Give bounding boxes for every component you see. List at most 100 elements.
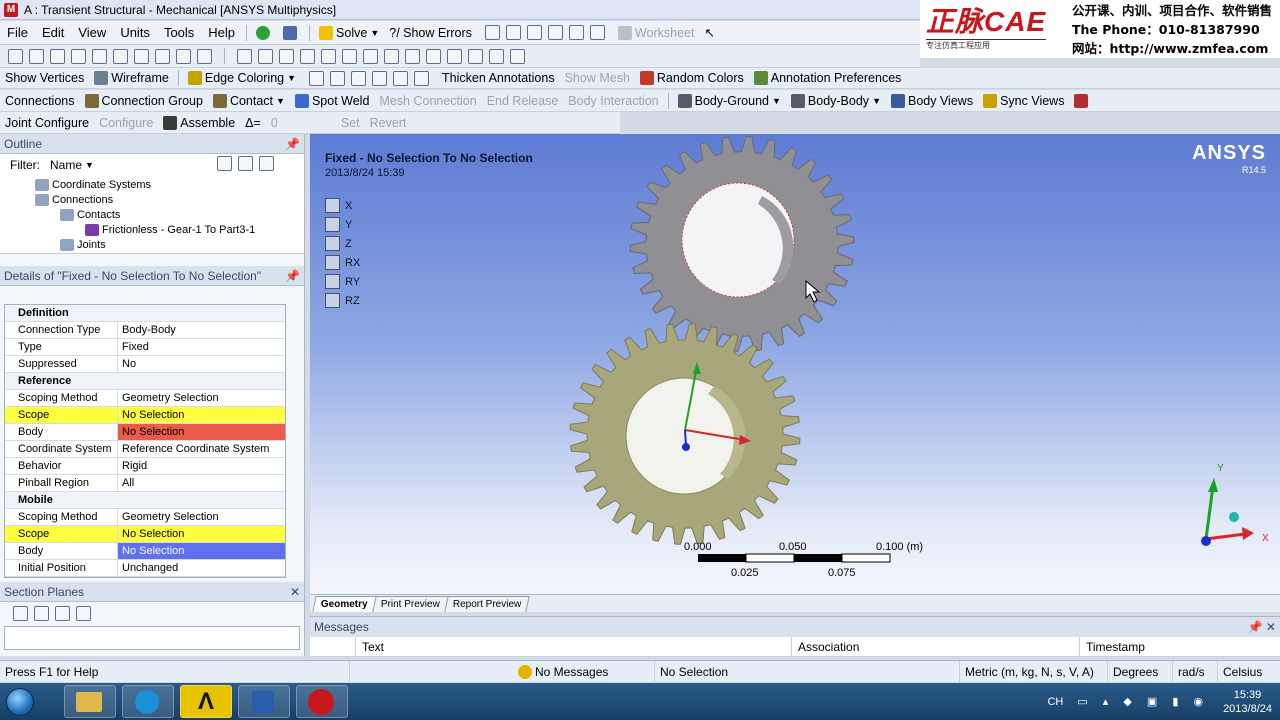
end-release-button[interactable]: End Release <box>482 90 564 111</box>
col-timestamp[interactable]: Timestamp <box>1080 637 1280 656</box>
details-section[interactable]: Definition <box>5 305 285 322</box>
details-value[interactable]: Geometry Selection <box>118 509 285 525</box>
tab-report-preview[interactable]: Report Preview <box>443 596 530 612</box>
spot-weld-button[interactable]: Spot Weld <box>290 90 374 111</box>
status-temp[interactable]: Celsius <box>1218 661 1267 682</box>
body-ground-button[interactable]: Body-Ground ▼ <box>673 90 786 111</box>
menu-view[interactable]: View <box>71 25 113 40</box>
assemble-button[interactable]: Assemble <box>158 112 240 133</box>
menu-units[interactable]: Units <box>113 25 157 40</box>
configure-button[interactable]: Configure <box>94 112 158 133</box>
pin-icon[interactable]: 📌 <box>285 137 300 151</box>
tab-print-preview[interactable]: Print Preview <box>371 596 449 612</box>
show-vertices-button[interactable]: Show Vertices <box>0 68 89 88</box>
status-units[interactable]: Metric (m, kg, N, s, V, A) <box>960 661 1108 682</box>
details-section[interactable]: Mobile <box>5 492 285 509</box>
col-text[interactable]: Text <box>356 637 792 656</box>
body-views-button[interactable]: Body Views <box>886 90 978 111</box>
body-body-button[interactable]: Body-Body ▼ <box>786 90 886 111</box>
sync-views-button[interactable]: Sync Views <box>978 90 1069 111</box>
details-value[interactable]: Geometry Selection <box>118 390 285 406</box>
details-row[interactable]: Suppressed No <box>5 356 285 373</box>
connection-group-button[interactable]: Connection Group <box>80 90 208 111</box>
thicken-annotations-button[interactable]: Thicken Annotations <box>437 68 560 88</box>
messages-controls[interactable]: 📌 ✕ <box>1248 620 1276 634</box>
connect-icon[interactable] <box>278 21 305 44</box>
model-canvas[interactable]: 0.000 0.050 0.100 (m) 0.025 0.075 Y X <box>310 134 1280 594</box>
status-rate[interactable]: rad/s <box>1173 661 1218 682</box>
status-angle[interactable]: Degrees <box>1108 661 1173 682</box>
tree-node-coordinate-systems[interactable]: Coordinate Systems <box>35 179 151 191</box>
view-tools-icons[interactable] <box>229 45 533 67</box>
body-interaction-button[interactable]: Body Interaction <box>563 90 663 111</box>
menu-tools[interactable]: Tools <box>157 25 201 40</box>
details-row[interactable]: Connection Type Body-Body <box>5 322 285 339</box>
select-mode-icons[interactable] <box>0 45 220 67</box>
tree-node-contacts[interactable]: Contacts <box>60 209 120 221</box>
details-value[interactable]: Rigid <box>118 458 285 474</box>
top-gear[interactable] <box>629 136 855 352</box>
clock[interactable]: 15:39 2013/8/24 <box>1215 688 1280 716</box>
delta-input[interactable]: 0 <box>266 112 336 133</box>
set-button[interactable]: Set <box>336 112 365 133</box>
graphics-viewport[interactable]: Fixed - No Selection To No Selection 201… <box>310 134 1280 594</box>
details-value[interactable]: Body-Body <box>118 322 285 338</box>
details-row[interactable]: Coordinate System Reference Coordinate Sy… <box>5 441 285 458</box>
taskbar-explorer[interactable] <box>64 685 116 718</box>
toolbar-icon-a[interactable] <box>477 21 613 44</box>
close-icon[interactable]: ✕ <box>290 585 300 599</box>
worksheet-button[interactable]: Worksheet <box>613 21 700 44</box>
section-planes-tools[interactable] <box>0 602 304 624</box>
annotation-preferences-button[interactable]: Annotation Preferences <box>749 68 907 88</box>
taskbar-app-2[interactable] <box>122 685 174 718</box>
section-planes-list[interactable] <box>4 626 300 650</box>
details-value[interactable]: No Selection <box>118 526 285 542</box>
details-value[interactable]: All <box>118 475 285 491</box>
menu-edit[interactable]: Edit <box>35 25 71 40</box>
taskbar-word[interactable] <box>238 685 290 718</box>
revert-button[interactable]: Revert <box>365 112 412 133</box>
col-association[interactable]: Association <box>792 637 1080 656</box>
report-icon[interactable] <box>1069 90 1096 111</box>
menu-file[interactable]: File <box>0 25 35 40</box>
tree-node-connections[interactable]: Connections <box>35 194 113 206</box>
edge-coloring-button[interactable]: Edge Coloring ▼ <box>183 68 301 88</box>
taskbar-ansys[interactable]: Λ <box>180 685 232 718</box>
edge-tools-icons[interactable] <box>301 68 437 88</box>
details-row[interactable]: Initial Position Unchanged <box>5 560 285 577</box>
details-row[interactable]: Scoping Method Geometry Selection <box>5 390 285 407</box>
wireframe-button[interactable]: Wireframe <box>89 68 174 88</box>
details-value[interactable]: Fixed <box>118 339 285 355</box>
tree-node-joints[interactable]: Joints <box>60 239 106 251</box>
details-value[interactable]: No <box>118 356 285 372</box>
tree-node-frictionless[interactable]: Frictionless - Gear-1 To Part3-1 <box>85 224 255 236</box>
language-indicator[interactable]: CH <box>1039 696 1071 708</box>
solve-button[interactable]: Solve ▼ <box>314 21 384 44</box>
menu-help[interactable]: Help <box>201 25 242 40</box>
details-section[interactable]: Reference <box>5 373 285 390</box>
pin-icon[interactable]: 📌 <box>285 269 300 283</box>
random-colors-button[interactable]: Random Colors <box>635 68 749 88</box>
filter-dropdown[interactable]: Name <box>50 158 82 172</box>
mesh-connection-button[interactable]: Mesh Connection <box>374 90 481 111</box>
outline-tool-icons[interactable] <box>214 156 277 174</box>
details-row[interactable]: Scope No Selection <box>5 407 285 424</box>
show-mesh-button[interactable]: Show Mesh <box>560 68 635 88</box>
details-value[interactable]: No Selection <box>118 543 285 559</box>
details-value[interactable]: Unchanged <box>118 560 285 576</box>
details-row[interactable]: Scoping Method Geometry Selection <box>5 509 285 526</box>
details-row[interactable]: Behavior Rigid <box>5 458 285 475</box>
details-value[interactable]: No Selection <box>118 407 285 423</box>
details-value[interactable]: No Selection <box>118 424 285 440</box>
details-value[interactable]: Reference Coordinate System <box>118 441 285 457</box>
details-row[interactable]: Type Fixed <box>5 339 285 356</box>
tab-geometry[interactable]: Geometry <box>312 596 377 612</box>
tray-icons[interactable]: ▭ ▴ ◆ ▣ ▮ ◉ <box>1071 695 1215 708</box>
details-row[interactable]: Scope No Selection <box>5 526 285 543</box>
help-cursor-icon[interactable]: ↖ <box>699 21 719 44</box>
check-icon[interactable] <box>251 21 278 44</box>
show-errors-button[interactable]: ?/ Show Errors <box>384 21 477 44</box>
contact-button[interactable]: Contact ▼ <box>208 90 290 111</box>
taskbar-mechanical[interactable] <box>296 685 348 718</box>
details-row[interactable]: Pinball Region All <box>5 475 285 492</box>
